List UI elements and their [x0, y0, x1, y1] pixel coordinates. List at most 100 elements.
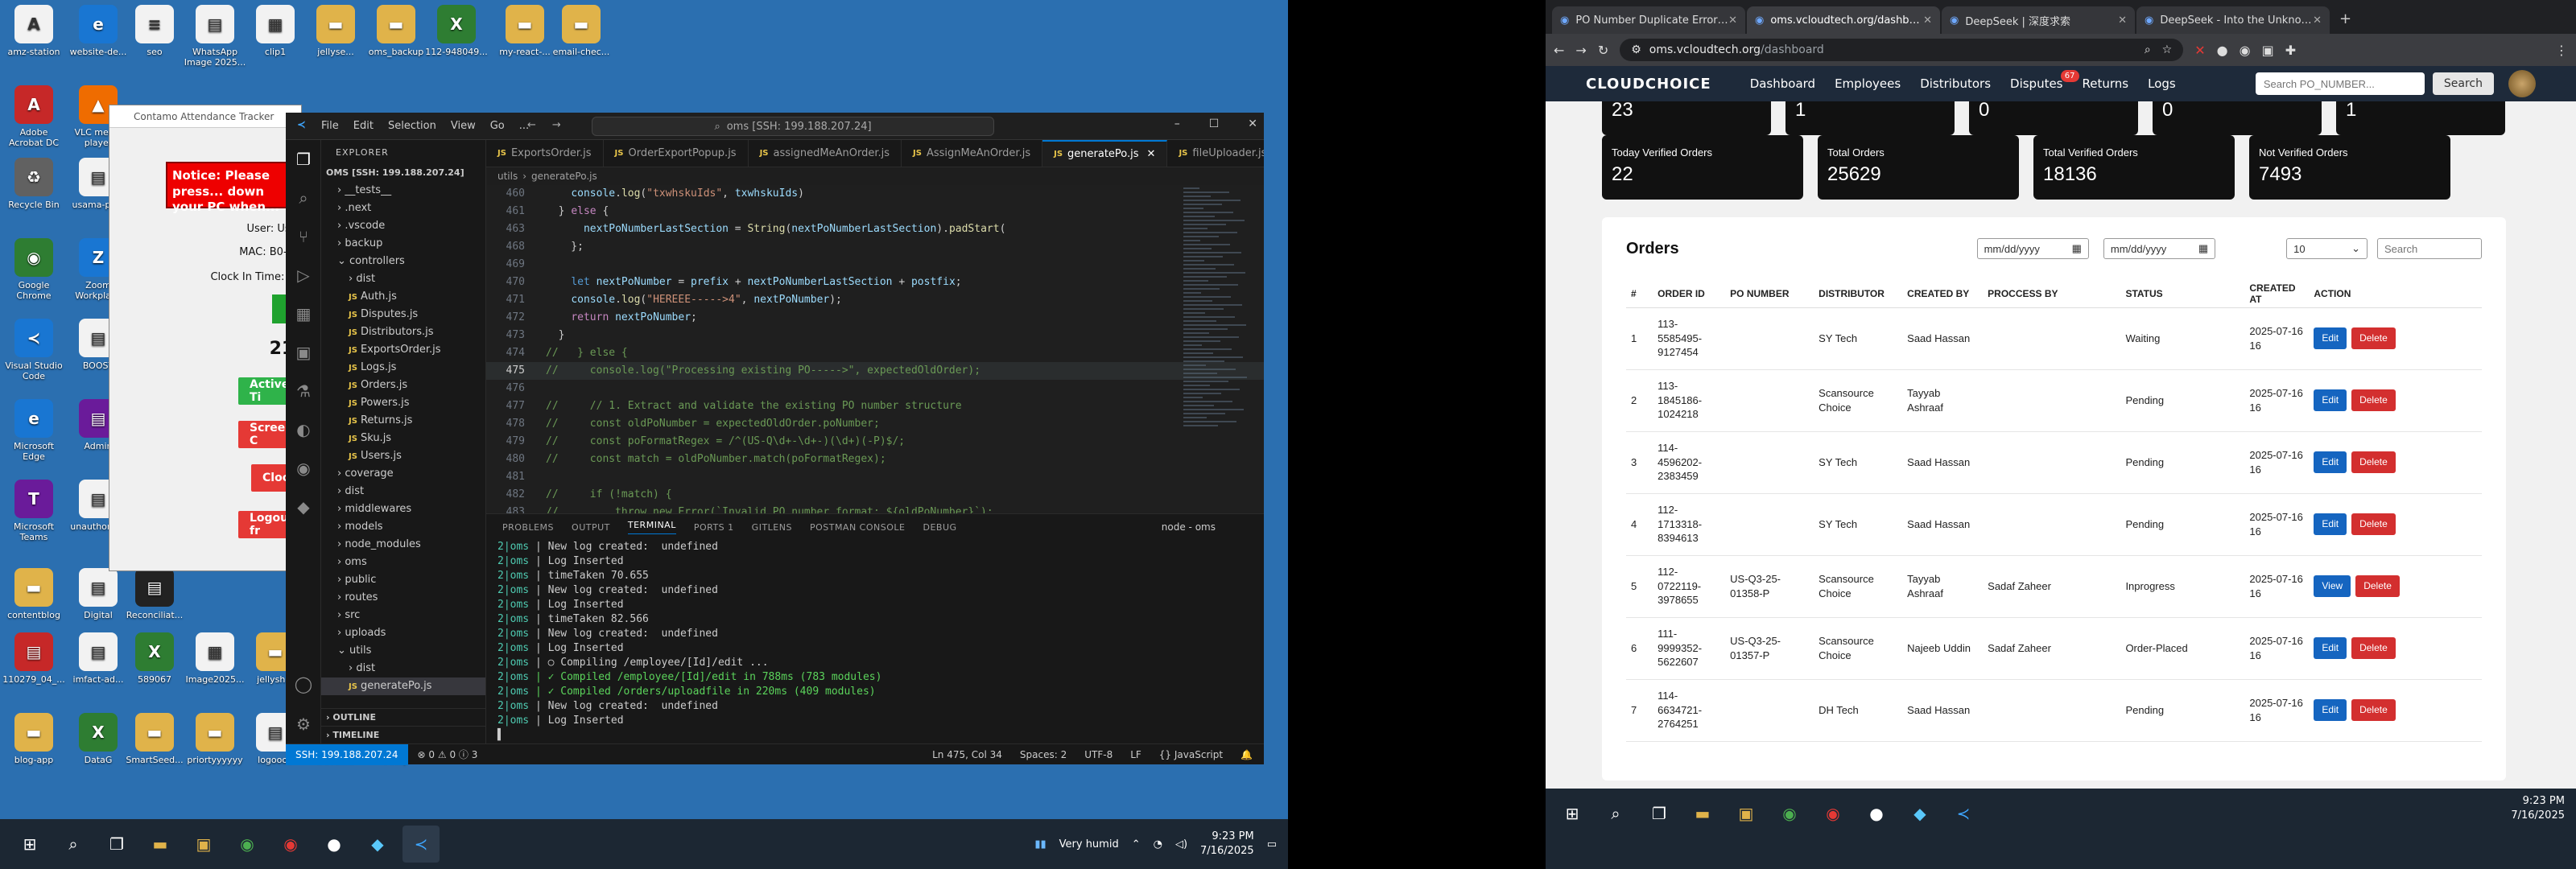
menu-item[interactable]: Edit: [353, 120, 374, 132]
edit-button[interactable]: Edit: [2314, 327, 2347, 349]
tree-item[interactable]: JS Auth.js: [321, 288, 485, 306]
site-info-icon[interactable]: ⚙: [1631, 43, 1641, 56]
tree-item[interactable]: › uploads: [321, 624, 485, 642]
app-icon[interactable]: ◉: [1814, 795, 1852, 832]
clock[interactable]: 9:23 PM 7/16/2025: [2511, 794, 2565, 822]
edit-button[interactable]: Edit: [2314, 451, 2347, 473]
desktop-icon[interactable]: ▬ SmartSeed...: [122, 713, 187, 765]
desktop-icon[interactable]: ▤ imfact-ad...: [66, 632, 130, 685]
panel-tab[interactable]: TERMINAL: [627, 520, 676, 534]
remote-explorer-icon[interactable]: ▣: [286, 333, 321, 372]
weather-text[interactable]: Very humid: [1059, 838, 1119, 850]
extension-icon[interactable]: ◉: [2240, 43, 2251, 58]
bell-icon[interactable]: 🔔: [1241, 749, 1253, 760]
po-search-button[interactable]: Search: [2432, 72, 2494, 95]
search-icon[interactable]: ⌕: [55, 826, 92, 863]
testing-icon[interactable]: ⚗: [286, 372, 321, 410]
po-search-input[interactable]: [2255, 72, 2425, 95]
chrome-window[interactable]: ◉PO Number Duplicate Error Exp...✕◉oms.v…: [1546, 0, 2576, 789]
menu-item[interactable]: File: [321, 120, 339, 132]
nav-link[interactable]: Disputes 67: [2010, 70, 2079, 91]
tree-item[interactable]: JS Users.js: [321, 447, 485, 465]
extensions-icon[interactable]: ▦: [286, 294, 321, 333]
maximize-icon[interactable]: ☐: [1209, 117, 1220, 130]
panel-tab[interactable]: DEBUG: [923, 522, 956, 533]
tree-item[interactable]: OMS [SSH: 199.188.207.24]: [321, 164, 485, 182]
notification-icon[interactable]: ▭: [1267, 838, 1277, 850]
breadcrumb-item[interactable]: utils: [497, 171, 518, 182]
tree-item[interactable]: › models: [321, 518, 485, 536]
date-from-input[interactable]: mm/dd/yyyy ▦: [1976, 238, 2089, 259]
extensions-puzzle-icon[interactable]: ✚: [2285, 43, 2296, 58]
desktop-icon[interactable]: X DataG: [66, 713, 130, 765]
minimap[interactable]: [1183, 185, 1256, 513]
close-tab-icon[interactable]: ✕: [1923, 14, 1932, 27]
browser-tab[interactable]: ◉ DeepSeek - Into the Unknown ✕: [2136, 6, 2330, 34]
editor-tab[interactable]: JS ExportsOrder.js: [486, 140, 604, 167]
desktop-icon[interactable]: ▬ jellyse...: [303, 5, 368, 57]
nav-link[interactable]: Logs: [2148, 76, 2176, 91]
eol[interactable]: LF: [1130, 749, 1141, 760]
tree-item[interactable]: JS ExportsOrder.js: [321, 341, 485, 359]
tree-item[interactable]: › __tests__: [321, 182, 485, 200]
timeline-section[interactable]: › TIMELINE: [321, 726, 485, 743]
desktop-icon[interactable]: e Microsoft Edge: [2, 399, 66, 462]
view-button[interactable]: View: [2314, 575, 2351, 597]
close-tab-icon[interactable]: ✕: [2118, 14, 2127, 27]
file-explorer-icon[interactable]: ▬: [1684, 795, 1721, 832]
tree-item[interactable]: JS Logs.js: [321, 359, 485, 377]
problems-count[interactable]: ⊗ 0 ⚠ 0 ⓘ 3: [418, 748, 478, 761]
tree-item[interactable]: JS Returns.js: [321, 412, 485, 430]
desktop-icon[interactable]: ▤ 110279_04_...: [2, 632, 66, 685]
editor-tab[interactable]: JS assignedMeAnOrder.js: [749, 140, 902, 167]
chrome-menu-icon[interactable]: ⋮: [2555, 43, 2568, 58]
new-tab-icon[interactable]: +: [2331, 10, 2359, 34]
delete-button[interactable]: Delete: [2351, 389, 2396, 411]
tree-item[interactable]: › .next: [321, 200, 485, 217]
address-bar[interactable]: ⚙ oms.vcloudtech.org/dashboard ⌕ ☆: [1620, 39, 2184, 61]
desktop-icon[interactable]: ▬ priortyyyyyy: [183, 713, 247, 765]
editor-tab[interactable]: JS generatePo.js ✕: [1042, 140, 1168, 167]
speaker-icon[interactable]: ◁): [1175, 838, 1187, 850]
menu-item[interactable]: Go: [490, 120, 505, 132]
tree-item[interactable]: JS Disputes.js: [321, 306, 485, 323]
nav-link[interactable]: Distributors: [1920, 76, 1991, 91]
terminal-name[interactable]: node - oms: [1162, 521, 1216, 533]
desktop-icon[interactable]: ▦ clip1: [243, 5, 308, 57]
extension-icon[interactable]: ●: [2217, 43, 2228, 58]
delete-button[interactable]: Delete: [2351, 451, 2396, 473]
tracker-titlebar[interactable]: Contamo Attendance Tracker: [109, 105, 301, 128]
tree-item[interactable]: › node_modules: [321, 536, 485, 554]
tree-item[interactable]: › backup: [321, 235, 485, 253]
browser-tab[interactable]: ◉PO Number Duplicate Error Exp...✕: [1552, 6, 1745, 34]
close-icon[interactable]: ✕: [1248, 117, 1257, 130]
vscode-taskbar-icon[interactable]: ≺: [1945, 795, 1982, 832]
desktop-icon[interactable]: A Adobe Acrobat DC: [2, 85, 66, 148]
close-tab-icon[interactable]: ✕: [1728, 14, 1737, 27]
desktop-icon[interactable]: ▤ Digital: [66, 568, 130, 620]
browser-tab[interactable]: ◉ DeepSeek | 深度求索 ✕: [1942, 6, 2135, 34]
tree-item[interactable]: › coverage: [321, 465, 485, 483]
desktop-icon[interactable]: ▬ oms_backup: [364, 5, 428, 57]
desktop-icon[interactable]: ◉ Google Chrome: [2, 238, 66, 301]
tree-item[interactable]: ⌄ controllers: [321, 253, 485, 270]
app-icon[interactable]: ◆: [359, 826, 396, 863]
gear-icon[interactable]: ⚙: [286, 705, 321, 743]
store-icon[interactable]: ▣: [1728, 795, 1765, 832]
panel-tab[interactable]: PORTS 1: [694, 522, 734, 533]
chrome-icon[interactable]: ◉: [1771, 795, 1808, 832]
tree-item[interactable]: › .vscode: [321, 217, 485, 235]
editor-tab[interactable]: JS OrderExportPopup.js: [604, 140, 749, 167]
indent-setting[interactable]: Spaces: 2: [1020, 749, 1067, 760]
tree-item[interactable]: JS Orders.js: [321, 377, 485, 394]
back-arrow-icon[interactable]: ←: [527, 119, 536, 131]
desktop-icon[interactable]: ▬ contentblog: [2, 568, 66, 620]
desktop-icon[interactable]: X 112-948049...: [424, 5, 489, 57]
tree-item[interactable]: JS Sku.js: [321, 430, 485, 447]
desktop-icon[interactable]: T Microsoft Teams: [2, 480, 66, 542]
minimize-icon[interactable]: –: [1174, 117, 1180, 130]
panel-tab[interactable]: GITLENS: [752, 522, 792, 533]
tree-item[interactable]: JS generatePo.js: [321, 677, 485, 695]
encoding[interactable]: UTF-8: [1084, 749, 1113, 760]
tree-item[interactable]: JS Powers.js: [321, 394, 485, 412]
